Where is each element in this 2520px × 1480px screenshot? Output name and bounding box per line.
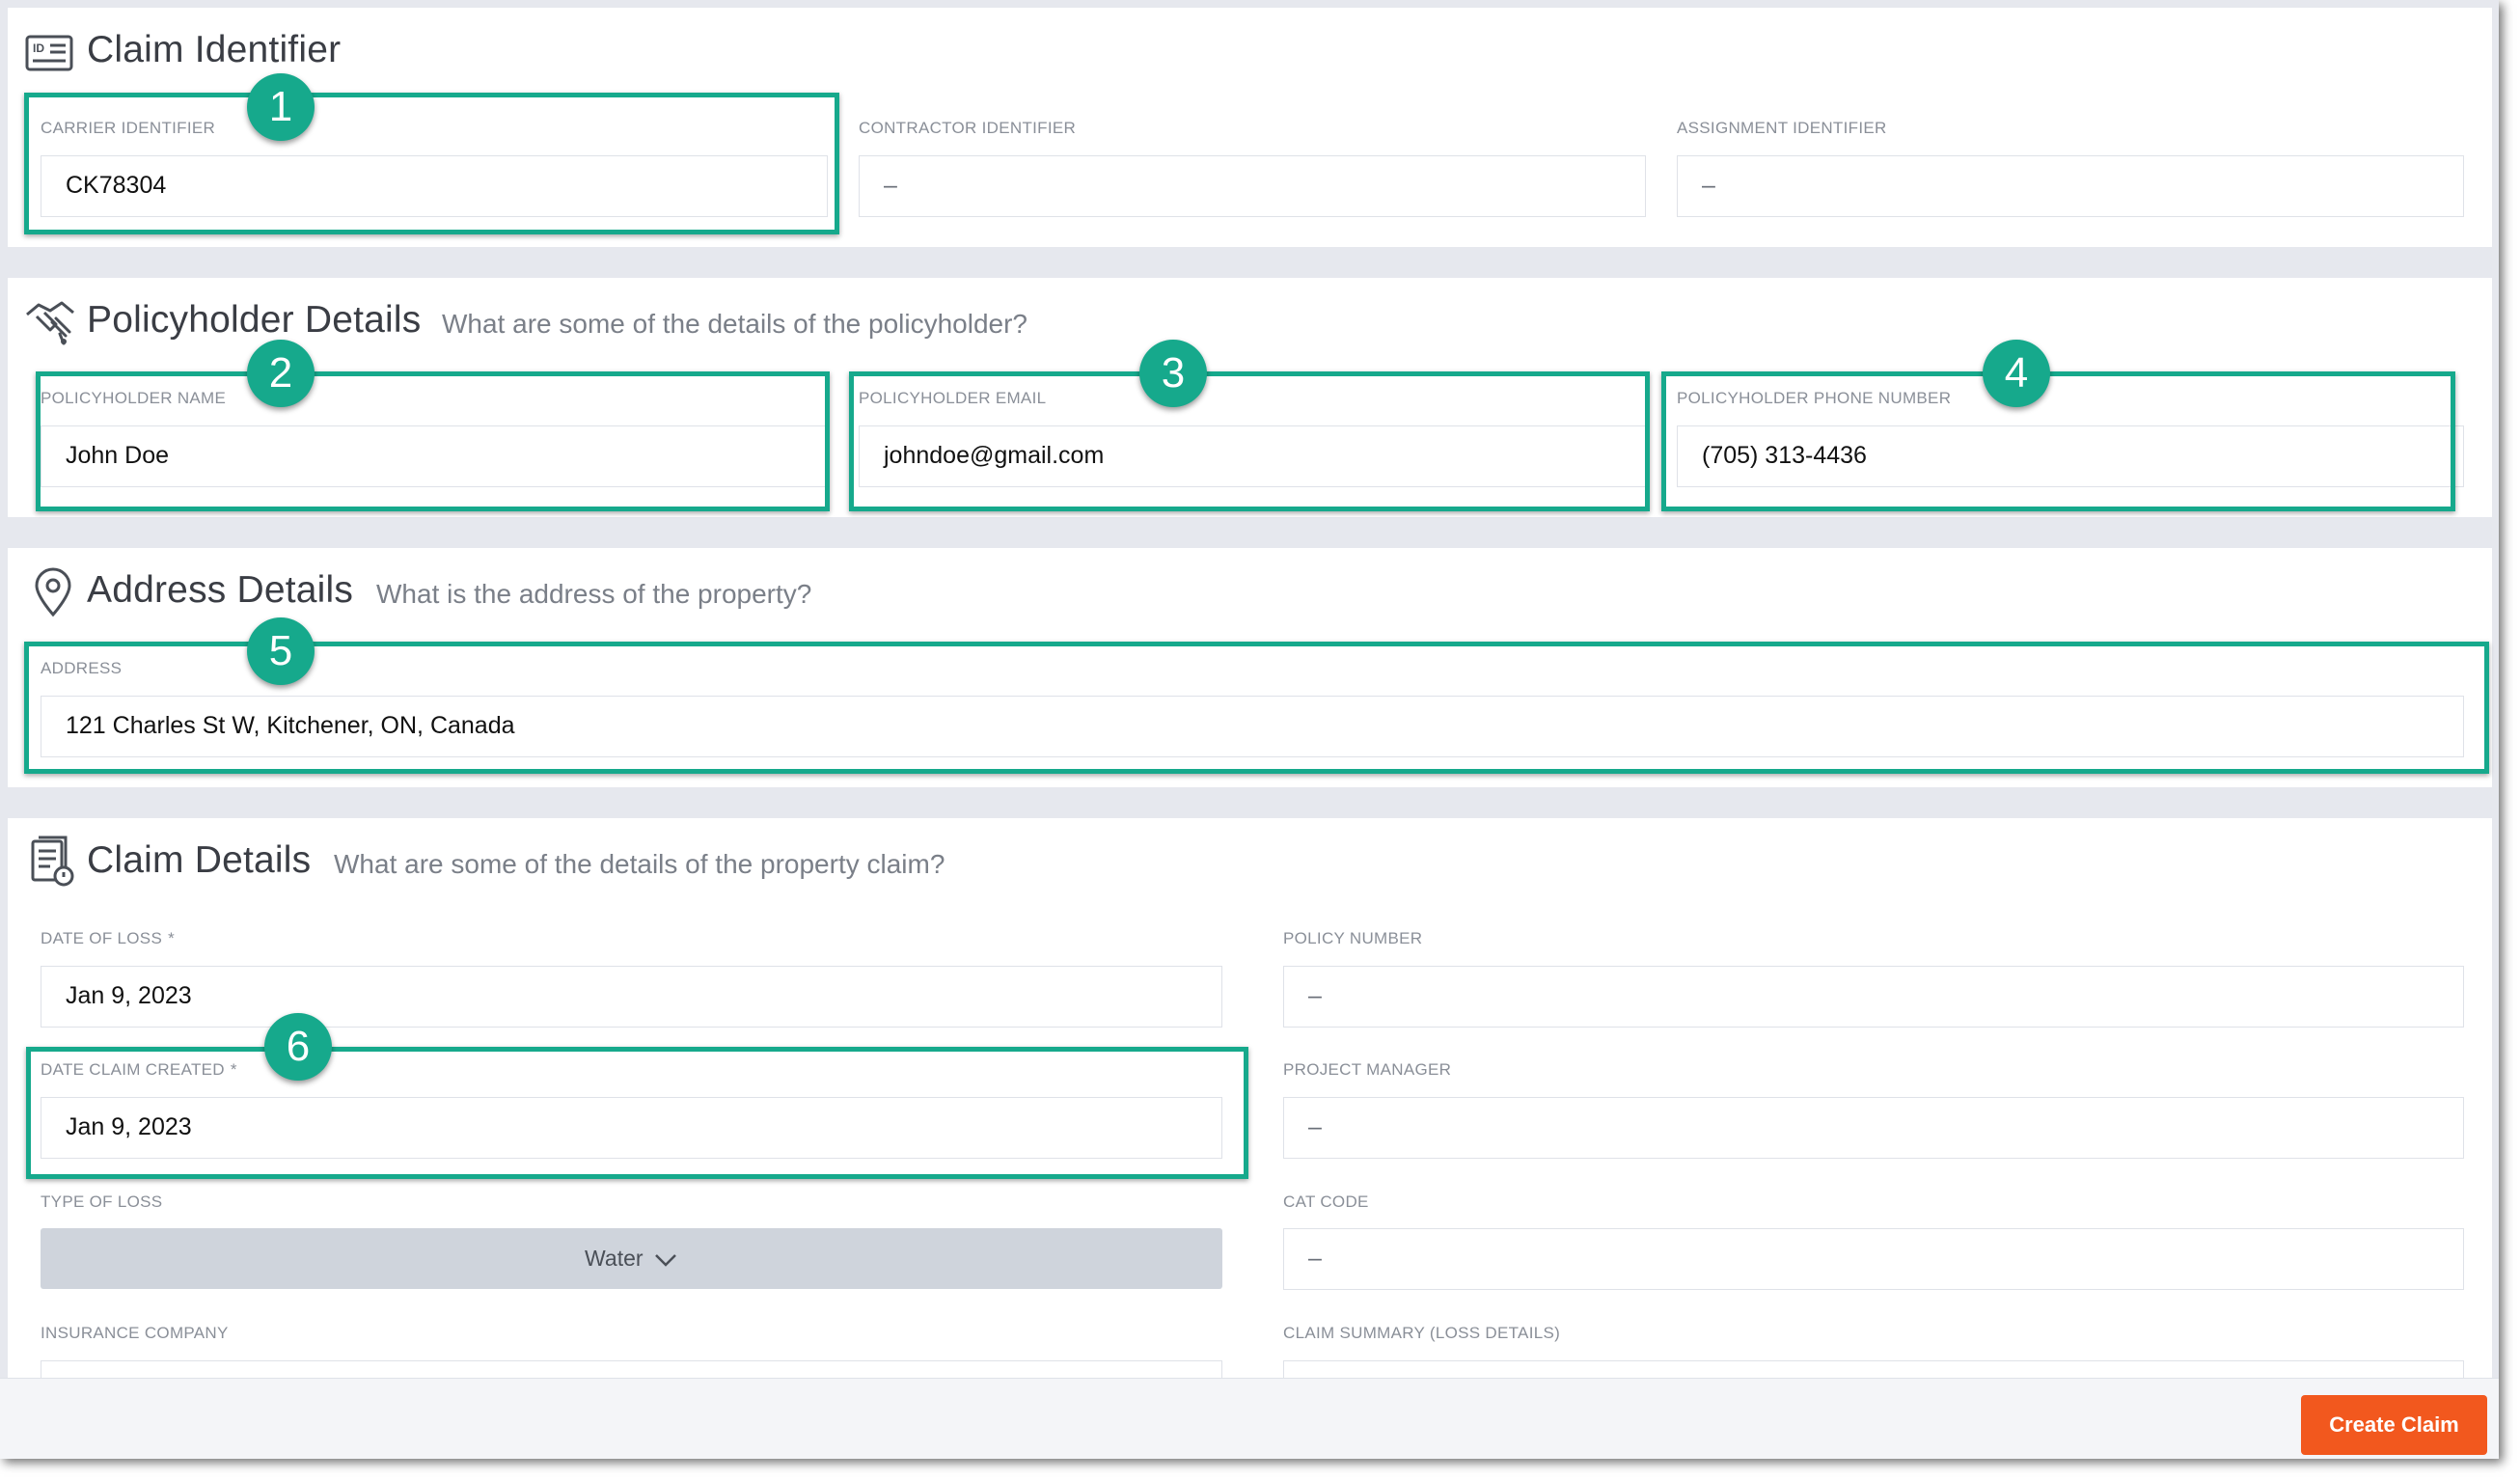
assignment-identifier-input[interactable]: –: [1677, 155, 2464, 217]
claim-summary-label: CLAIM SUMMARY (LOSS DETAILS): [1283, 1324, 1561, 1342]
cat-code-input[interactable]: –: [1283, 1228, 2464, 1290]
project-manager-input[interactable]: –: [1283, 1097, 2464, 1159]
assignment-identifier-label: ASSIGNMENT IDENTIFIER: [1677, 119, 1887, 137]
section-title: Claim Identifier: [87, 29, 342, 70]
document-icon: [31, 836, 74, 887]
claim-form-screen: ID Claim Identifier CARRIER IDENTIFIER C…: [0, 0, 2499, 1459]
annotation-badge-5: 5: [247, 617, 315, 685]
annotation-badge-1: 1: [247, 73, 315, 141]
section-subtitle: What are some of the details of the poli…: [442, 309, 1028, 339]
svg-text:ID: ID: [33, 41, 44, 55]
highlight-box-carrier-identifier: [24, 93, 839, 234]
annotation-badge-4: 4: [1983, 340, 2050, 407]
annotation-badge-2: 2: [247, 340, 315, 407]
map-pin-icon: [35, 567, 71, 617]
contractor-identifier-input[interactable]: –: [859, 155, 1646, 217]
section-title: Address Details: [87, 569, 354, 611]
annotation-badge-3: 3: [1139, 340, 1207, 407]
highlight-box-policyholder-email: [849, 371, 1650, 511]
handshake-icon: [26, 301, 74, 345]
highlight-box-policyholder-name: [36, 371, 830, 511]
highlight-box-date-claim-created: [26, 1047, 1248, 1179]
contractor-identifier-label: CONTRACTOR IDENTIFIER: [859, 119, 1077, 137]
section-subtitle: What is the address of the property?: [376, 579, 812, 609]
section-title: Policyholder Details: [87, 299, 422, 341]
date-of-loss-label: DATE OF LOSS *: [41, 929, 176, 947]
section-subtitle: What are some of the details of the prop…: [334, 849, 945, 879]
policy-number-input[interactable]: –: [1283, 966, 2464, 1028]
type-of-loss-value: Water: [585, 1246, 644, 1271]
highlight-box-address: [24, 642, 2489, 774]
id-card-icon: ID: [25, 35, 73, 71]
project-manager-label: PROJECT MANAGER: [1283, 1060, 1452, 1079]
date-of-loss-input[interactable]: Jan 9, 2023: [41, 966, 1222, 1028]
create-claim-button[interactable]: Create Claim: [2301, 1395, 2487, 1455]
footer-bar: [0, 1378, 2499, 1459]
annotation-badge-6: 6: [264, 1013, 332, 1081]
type-of-loss-label: TYPE OF LOSS: [41, 1192, 163, 1211]
section-title: Claim Details: [87, 839, 312, 881]
type-of-loss-dropdown[interactable]: Water: [41, 1228, 1222, 1289]
highlight-box-policyholder-phone: [1661, 371, 2455, 511]
cat-code-label: CAT CODE: [1283, 1192, 1369, 1211]
policy-number-label: POLICY NUMBER: [1283, 929, 1423, 947]
chevron-down-icon: [655, 1254, 676, 1267]
insurance-company-label: INSURANCE COMPANY: [41, 1324, 229, 1342]
